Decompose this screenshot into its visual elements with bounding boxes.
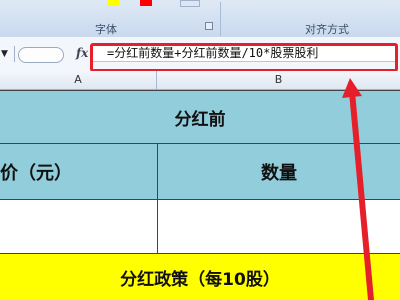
formula-bar: ▼ fx =分红前数量+分红前数量/10*股票股利 — [0, 37, 400, 72]
font-color-swatch[interactable] — [140, 0, 152, 6]
empty-cell-a[interactable] — [0, 200, 158, 254]
column-headers: A B — [0, 71, 400, 90]
quantity-header-cell[interactable]: 数量 — [158, 144, 400, 200]
formula-bar-control[interactable] — [18, 47, 64, 63]
ribbon-group-divider — [220, 2, 221, 36]
price-header-text: 股价（元） — [0, 162, 72, 184]
title-cell[interactable]: 分红前 — [0, 90, 400, 144]
empty-cell-b[interactable] — [158, 200, 400, 254]
price-header-cell[interactable]: 股价（元） — [0, 144, 158, 200]
ribbon: 字体 对齐方式 — [0, 0, 400, 38]
column-header-b[interactable]: B — [157, 71, 400, 89]
alignment-group-label: 对齐方式 — [305, 23, 349, 36]
policy-header-cell[interactable]: 分红政策（每10股） — [0, 254, 400, 300]
insert-function-icon[interactable]: fx — [76, 46, 88, 60]
column-header-a[interactable]: A — [0, 71, 157, 89]
formula-input[interactable]: =分红前数量+分红前数量/10*股票股利 — [92, 44, 398, 62]
ribbon-button-fragment[interactable] — [180, 0, 200, 7]
name-box-dropdown-icon[interactable]: ▼ — [1, 49, 8, 59]
font-dialog-launcher-icon[interactable] — [205, 22, 213, 30]
fill-color-swatch[interactable] — [107, 0, 119, 6]
formula-bar-separator — [14, 46, 15, 62]
font-group-label: 字体 — [95, 23, 117, 36]
